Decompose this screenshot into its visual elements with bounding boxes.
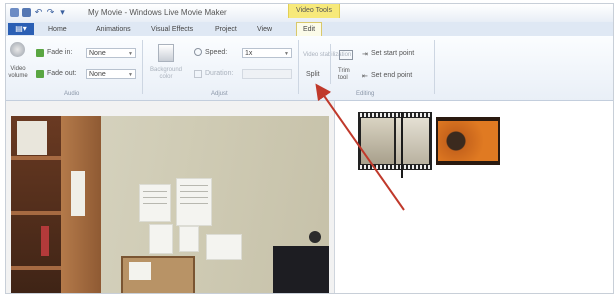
app-window: ↶ ↷ ▾ My Movie - Windows Live Movie Make… <box>5 3 614 294</box>
annotation-arrow <box>315 83 405 211</box>
